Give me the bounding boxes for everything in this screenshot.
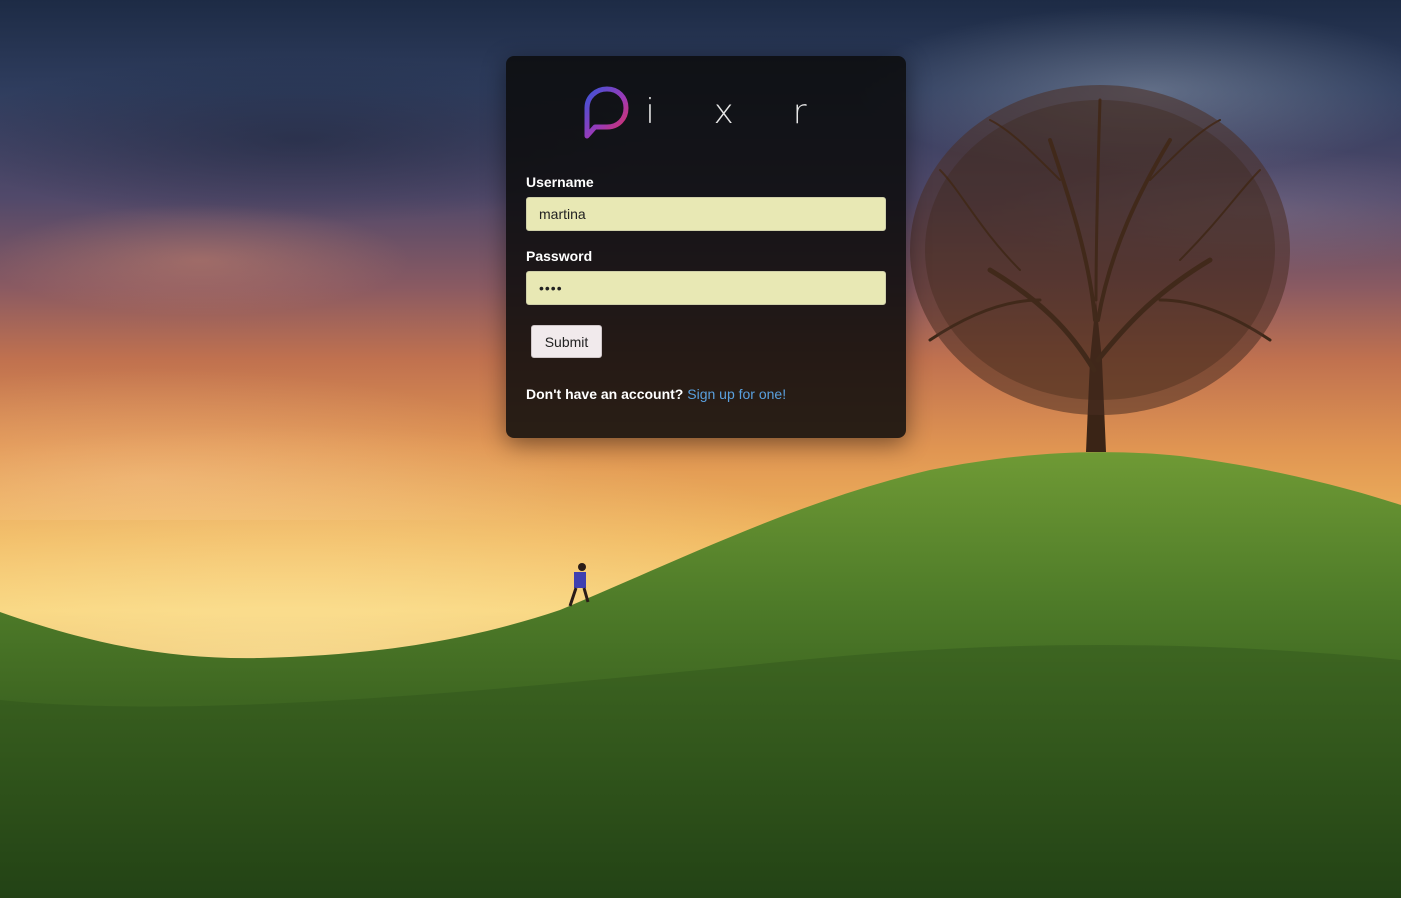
submit-button[interactable]: Submit	[531, 325, 602, 358]
login-card: i x r Username Password Submit Don't hav…	[506, 56, 906, 438]
signup-prompt-line: Don't have an account? Sign up for one!	[526, 386, 786, 402]
signup-prompt-text: Don't have an account?	[526, 386, 684, 402]
password-label: Password	[526, 248, 593, 264]
logo-text: i x r	[645, 92, 831, 132]
pixr-logo: i x r	[506, 84, 906, 144]
username-label: Username	[526, 174, 594, 190]
pixr-p-speech-bubble-icon	[584, 86, 629, 139]
username-input[interactable]	[526, 197, 886, 231]
signup-link[interactable]: Sign up for one!	[687, 386, 786, 402]
password-input[interactable]	[526, 271, 886, 305]
background-scene: i x r Username Password Submit Don't hav…	[0, 0, 1401, 898]
